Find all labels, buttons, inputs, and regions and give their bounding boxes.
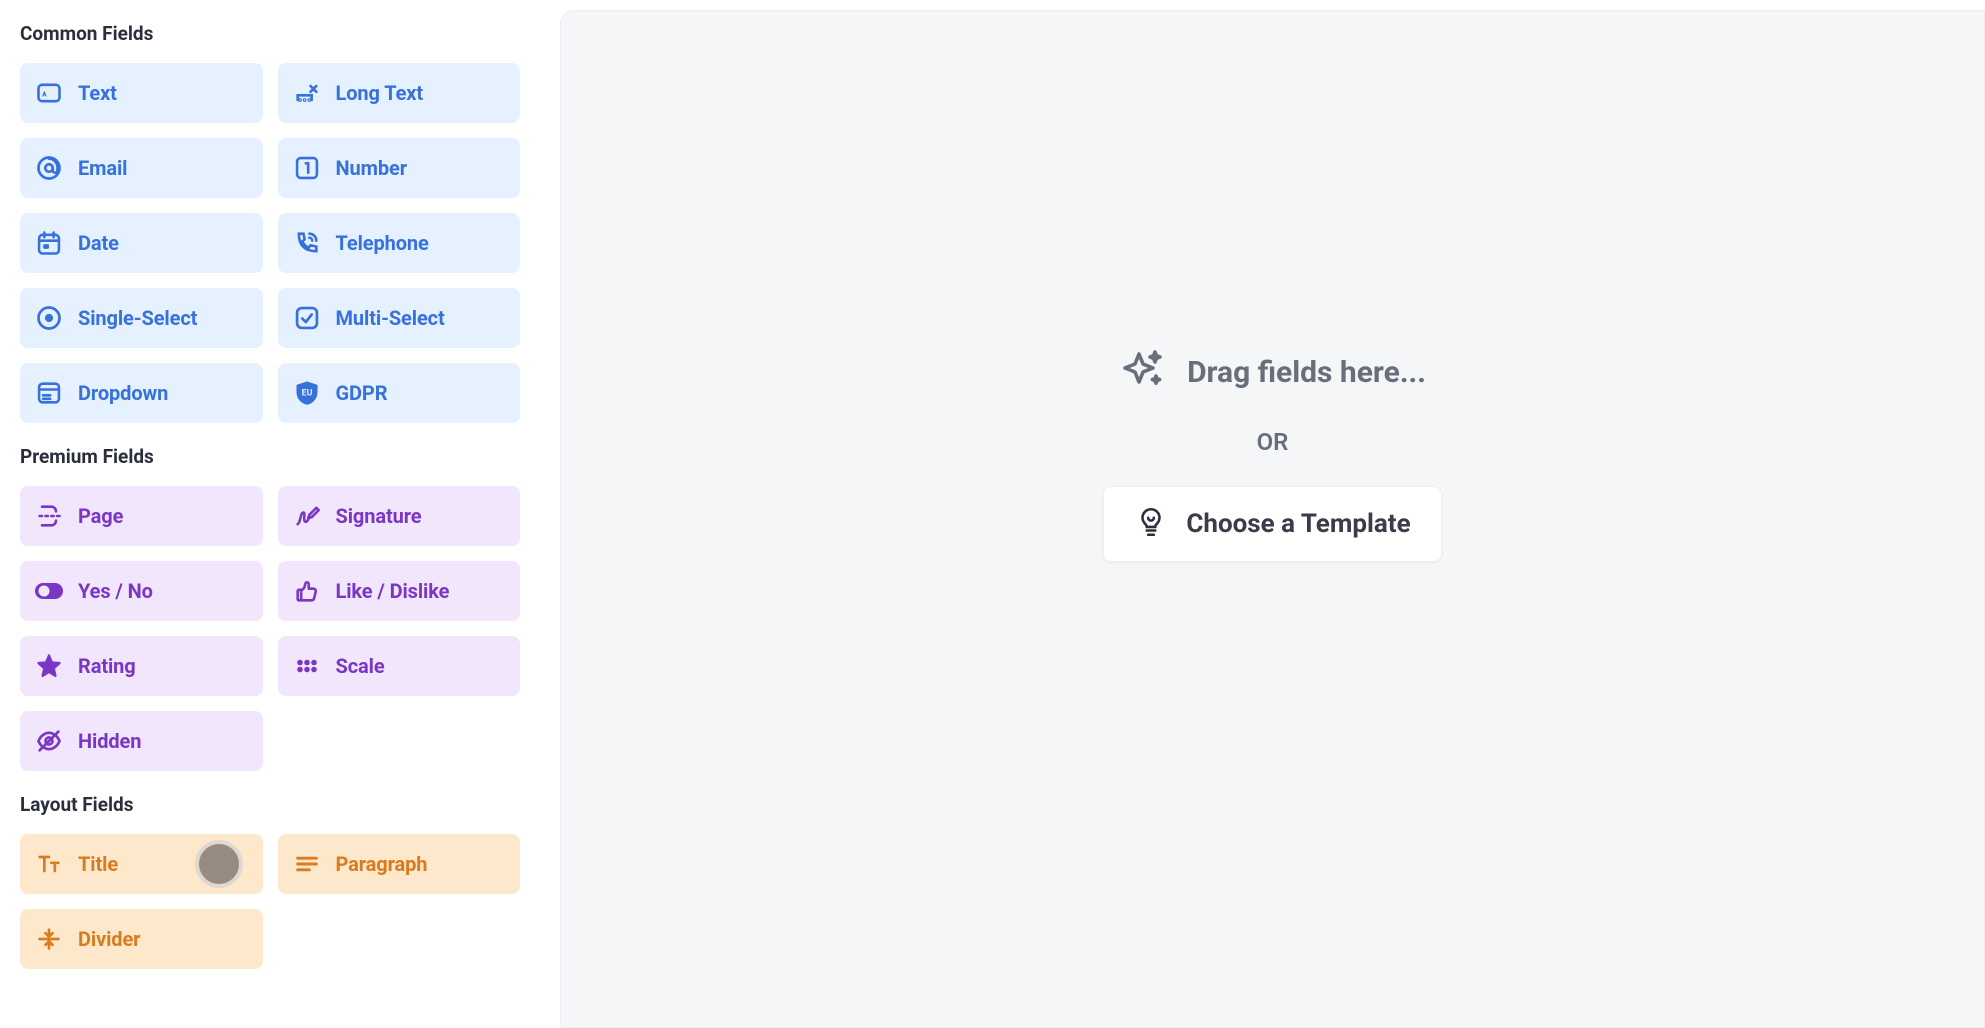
layout-fields-grid: Title Paragraph Divider bbox=[20, 834, 520, 969]
lightbulb-icon bbox=[1134, 505, 1168, 543]
field-paragraph[interactable]: Paragraph bbox=[278, 834, 521, 894]
date-icon bbox=[34, 228, 64, 258]
field-label: Text bbox=[78, 81, 117, 105]
drop-zone-center: Drag fields here... OR Choose a Template bbox=[1103, 346, 1441, 562]
field-label: Single-Select bbox=[78, 306, 197, 330]
field-hidden[interactable]: Hidden bbox=[20, 711, 263, 771]
field-multi-select[interactable]: Multi-Select bbox=[278, 288, 521, 348]
single-select-icon bbox=[34, 303, 64, 333]
premium-fields-heading: Premium Fields bbox=[20, 445, 520, 468]
field-label: Like / Dislike bbox=[336, 579, 450, 603]
field-label: Dropdown bbox=[78, 381, 168, 405]
field-label: Scale bbox=[336, 654, 385, 678]
field-telephone[interactable]: Telephone bbox=[278, 213, 521, 273]
field-number[interactable]: Number bbox=[278, 138, 521, 198]
title-icon bbox=[34, 849, 64, 879]
common-fields-grid: Text Long Text Email bbox=[20, 63, 520, 423]
field-page[interactable]: Page bbox=[20, 486, 263, 546]
drag-hint-text: Drag fields here... bbox=[1187, 355, 1426, 390]
field-gdpr[interactable]: EU GDPR bbox=[278, 363, 521, 423]
template-button-label: Choose a Template bbox=[1186, 509, 1410, 539]
thumbs-up-icon bbox=[292, 576, 322, 606]
sparkle-icon bbox=[1119, 346, 1167, 398]
field-email[interactable]: Email bbox=[20, 138, 263, 198]
field-dropdown[interactable]: Dropdown bbox=[20, 363, 263, 423]
or-separator: OR bbox=[1257, 428, 1289, 456]
layout-fields-heading: Layout Fields bbox=[20, 793, 520, 816]
field-rating[interactable]: Rating bbox=[20, 636, 263, 696]
field-label: Hidden bbox=[78, 729, 141, 753]
field-label: Page bbox=[78, 504, 123, 528]
field-label: Title bbox=[78, 852, 118, 876]
field-label: Telephone bbox=[336, 231, 429, 255]
dropdown-icon bbox=[34, 378, 64, 408]
field-label: Divider bbox=[78, 927, 140, 951]
field-label: Date bbox=[78, 231, 119, 255]
field-single-select[interactable]: Single-Select bbox=[20, 288, 263, 348]
gdpr-icon: EU bbox=[292, 378, 322, 408]
field-label: GDPR bbox=[336, 381, 388, 405]
field-signature[interactable]: Signature bbox=[278, 486, 521, 546]
field-label: Rating bbox=[78, 654, 136, 678]
paragraph-icon bbox=[292, 849, 322, 879]
field-label: Multi-Select bbox=[336, 306, 445, 330]
field-divider[interactable]: Divider bbox=[20, 909, 263, 969]
toggle-icon bbox=[34, 576, 64, 606]
text-icon bbox=[34, 78, 64, 108]
hidden-icon bbox=[34, 726, 64, 756]
star-icon bbox=[34, 651, 64, 681]
svg-text:EU: EU bbox=[301, 388, 312, 398]
field-label: Paragraph bbox=[336, 852, 428, 876]
field-scale[interactable]: Scale bbox=[278, 636, 521, 696]
field-label: Signature bbox=[336, 504, 422, 528]
field-date[interactable]: Date bbox=[20, 213, 263, 273]
cursor-indicator bbox=[195, 840, 243, 888]
field-yes-no[interactable]: Yes / No bbox=[20, 561, 263, 621]
number-icon bbox=[292, 153, 322, 183]
field-like-dislike[interactable]: Like / Dislike bbox=[278, 561, 521, 621]
choose-template-button[interactable]: Choose a Template bbox=[1103, 486, 1441, 562]
signature-icon bbox=[292, 501, 322, 531]
field-label: Email bbox=[78, 156, 127, 180]
field-label: Yes / No bbox=[78, 579, 153, 603]
field-text[interactable]: Text bbox=[20, 63, 263, 123]
common-fields-heading: Common Fields bbox=[20, 22, 520, 45]
field-title[interactable]: Title bbox=[20, 834, 263, 894]
multi-select-icon bbox=[292, 303, 322, 333]
email-icon bbox=[34, 153, 64, 183]
divider-icon bbox=[34, 924, 64, 954]
premium-fields-grid: Page Signature Yes / No bbox=[20, 486, 520, 771]
field-long-text[interactable]: Long Text bbox=[278, 63, 521, 123]
telephone-icon bbox=[292, 228, 322, 258]
form-canvas[interactable]: Drag fields here... OR Choose a Template bbox=[560, 10, 1985, 1028]
long-text-icon bbox=[292, 78, 322, 108]
sidebar: Common Fields Text Long Text bbox=[0, 0, 540, 1028]
drag-hint-line: Drag fields here... bbox=[1119, 346, 1426, 398]
field-label: Number bbox=[336, 156, 407, 180]
page-icon bbox=[34, 501, 64, 531]
field-label: Long Text bbox=[336, 81, 424, 105]
scale-icon bbox=[292, 651, 322, 681]
